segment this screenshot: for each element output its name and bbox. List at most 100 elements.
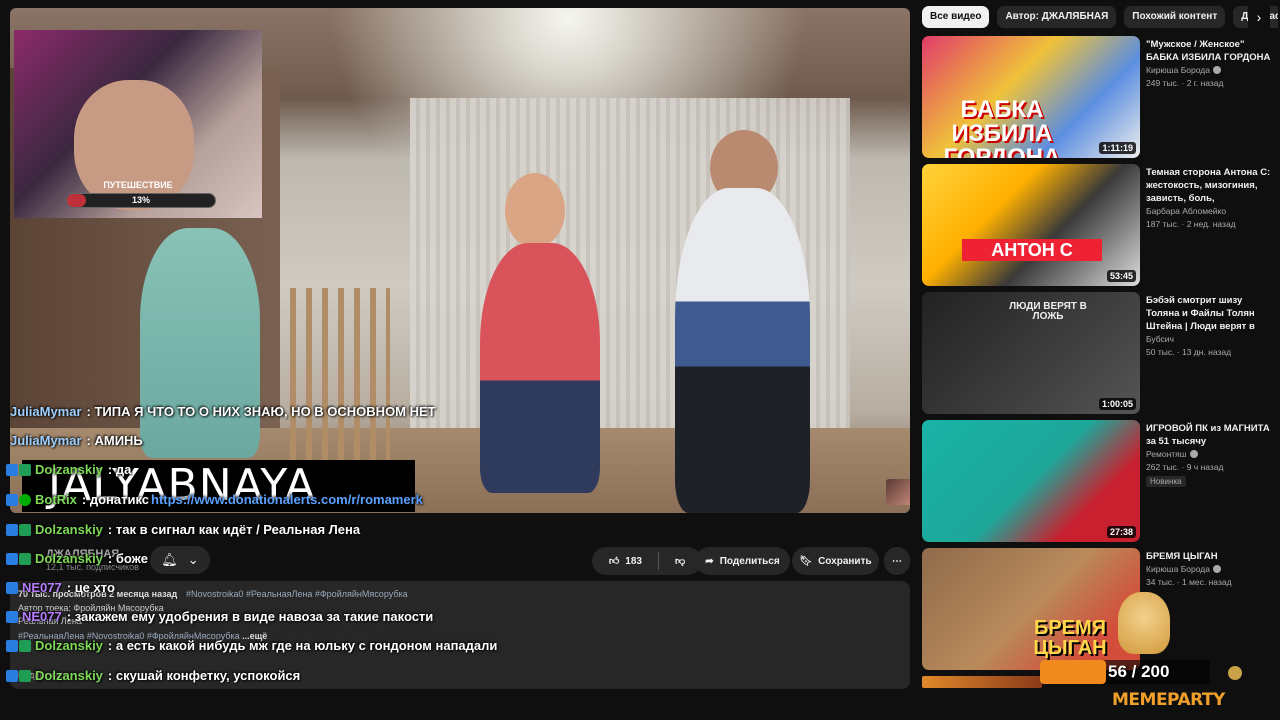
video-channel[interactable]: Кирюша Борода	[1146, 564, 1221, 574]
related-video-card[interactable]: АНТОН С 53:45 Темная сторона Антона С: ж…	[922, 164, 1272, 288]
chat-badges	[6, 552, 31, 565]
video-channel-name[interactable]: Кирюша Борода	[1146, 65, 1210, 75]
chat-badge-icon	[6, 523, 18, 536]
chat-message: Dolzanskiy: да	[6, 462, 131, 477]
thumbnail-text: БАБКА ИЗБИЛА ГОРДОНА	[943, 96, 1061, 159]
divider	[657, 552, 659, 570]
chip-related[interactable]: Похожий контент	[1124, 6, 1226, 28]
subscriber-badge-icon	[19, 639, 31, 652]
chat-badges	[6, 493, 31, 506]
video-meta: 262 тыс. · 9 ч назад	[1146, 462, 1224, 472]
chat-badge-icon	[6, 669, 18, 682]
video-title[interactable]: Темная сторона Антона С: жестокость, миз…	[1146, 166, 1272, 206]
video-channel[interactable]: Ремонтяш	[1146, 449, 1198, 459]
subscription-bell-button[interactable]: 🔔︎ ⌄	[150, 546, 210, 574]
related-video-card[interactable]: 27:38 ИГРОВОЙ ПК из МАГНИТА за 51 тысячу…	[922, 420, 1272, 544]
chat-text: : закажем ему удобрения в виде навоза за…	[66, 609, 434, 624]
video-thumbnail[interactable]: АНТОН С 53:45	[922, 164, 1140, 286]
share-button[interactable]: ➦ Поделиться	[695, 547, 790, 575]
video-title[interactable]: ИГРОВОЙ ПК из МАГНИТА за 51 тысячу	[1146, 422, 1272, 448]
share-icon: ➦	[705, 555, 714, 567]
video-duration: 53:45	[1106, 270, 1136, 282]
related-video-card[interactable]: БРЕМЯ ЦЫГАН БРЕМЯ ЦЫГАН Кирюша Борода 34…	[922, 548, 1272, 672]
thumbnail-text: БРЕМЯ ЦЫГАН	[1033, 617, 1107, 659]
chat-text: : ТИПА Я ЧТО ТО О НИХ ЗНАЮ, НО В ОСНОВНО…	[86, 404, 436, 419]
like-dislike-group[interactable]: 👍︎ 183 👎︎	[592, 547, 702, 575]
video-title[interactable]: БРЕМЯ ЦЫГАН	[1146, 550, 1272, 563]
chat-badges	[6, 639, 31, 652]
chat-username: Dolzanskiy	[35, 638, 103, 653]
chat-badge-icon	[6, 552, 18, 565]
more-icon: ⋯	[892, 555, 902, 567]
chat-username: NE077	[22, 609, 62, 624]
chat-badges	[6, 610, 18, 623]
thumbnail-text: АНТОН С	[962, 239, 1102, 261]
video-channel[interactable]: Барбара Абломейко	[1146, 206, 1226, 216]
hashtags[interactable]: #Novostroika0 #РеальнаяЛена #ФройляйнМяс…	[186, 589, 408, 599]
subscriber-badge-icon	[19, 463, 31, 476]
related-video-card[interactable]: ЛЮДИ ВЕРЯТ В ЛОЖЬ 1:00:05 Бэбэй смотрит …	[922, 292, 1272, 416]
video-duration: 27:38	[1106, 526, 1136, 538]
verified-icon	[1212, 565, 1221, 573]
video-thumbnail[interactable]: 27:38	[922, 420, 1140, 542]
video-channel[interactable]: Бубсич	[1146, 334, 1174, 344]
video-channel[interactable]: Кирюша Борода	[1146, 65, 1221, 75]
video-channel-name[interactable]: Кирюша Борода	[1146, 564, 1210, 574]
video-info: ДЖАЛЯБНАЯ 12,1 тыс. подписчиков 🔔︎ ⌄ 👍︎ …	[10, 513, 910, 689]
chat-message: NE077 : закажем ему удобрения в виде наво…	[6, 609, 433, 624]
filter-chips: Все видео Автор: ДЖАЛЯБНАЯ Похожий конте…	[922, 6, 1278, 28]
dislike-icon[interactable]: 👎︎	[675, 555, 685, 567]
related-video-card[interactable]: БАБКА ИЗБИЛА ГОРДОНА 1:11:19 "Мужское / …	[922, 36, 1272, 160]
chat-text: : це хто	[66, 580, 115, 595]
video-thumbnail[interactable]: БАБКА ИЗБИЛА ГОРДОНА 1:11:19	[922, 36, 1140, 158]
verified-icon	[1189, 450, 1198, 458]
streamer-face	[74, 80, 194, 210]
meme-counter: 56 / 200	[1040, 660, 1242, 684]
chevron-right-icon[interactable]: ›	[1248, 6, 1270, 28]
video-thumbnail[interactable]: БРЕМЯ ЦЫГАН	[922, 548, 1140, 670]
streamer-webcam: ПУТЕШЕСТВИЕ 13%	[14, 30, 262, 218]
chat-message: JuliaMymar : ТИПА Я ЧТО ТО О НИХ ЗНАЮ, НО…	[6, 404, 436, 419]
brand-logo: MEMEPARTY	[1112, 690, 1225, 710]
cam-goal-progress-text: 13%	[131, 195, 150, 205]
video-scene-railing	[290, 288, 390, 468]
chat-username: JuliaMymar	[10, 433, 82, 448]
cam-goal-label: ПУТЕШЕСТВИЕ	[103, 180, 173, 190]
chat-badges	[6, 523, 31, 536]
chat-message: BotRix : донатикс https://www.donationale…	[6, 492, 423, 507]
chip-author[interactable]: Автор: ДЖАЛЯБНАЯ	[997, 6, 1117, 28]
chat-badges	[6, 463, 31, 476]
chat-message: JuliaMymar: АМИНЬ	[6, 433, 143, 448]
verified-icon	[1212, 66, 1221, 74]
video-title[interactable]: Бэбэй смотрит шизу Толяна и Файлы Толян …	[1146, 294, 1272, 334]
chat-username: BotRix	[35, 492, 77, 507]
meme-counter-text: 56 / 200	[1108, 662, 1170, 681]
video-channel-name[interactable]: Барбара Абломейко	[1146, 206, 1226, 216]
video-thumbnail[interactable]: ЛЮДИ ВЕРЯТ В ЛОЖЬ 1:00:05	[922, 292, 1140, 414]
next-video-thumbnail-edge	[922, 676, 1042, 688]
save-label: Сохранить	[818, 555, 872, 567]
doge-mascot-icon	[1118, 592, 1170, 654]
chat-message: Dolzanskiy: скушай конфетку, успокойся	[6, 668, 300, 683]
chat-link[interactable]: https://www.donationalerts.com/r/romamer…	[151, 492, 423, 507]
video-channel-name[interactable]: Бубсич	[1146, 334, 1174, 344]
chat-badges	[6, 669, 31, 682]
chat-text: : боже	[107, 551, 148, 566]
chat-username: JuliaMymar	[10, 404, 82, 419]
chat-badge-icon	[6, 463, 18, 476]
video-meta: 34 тыс. · 1 мес. назад	[1146, 577, 1232, 587]
video-title[interactable]: "Мужское / Женское" БАБКА ИЗБИЛА ГОРДОНА	[1146, 38, 1272, 64]
bell-icon: 🔔︎	[161, 552, 178, 567]
video-person-head	[505, 173, 565, 248]
video-channel-name[interactable]: Ремонтяш	[1146, 449, 1187, 459]
chat-text: : донатикс	[81, 492, 150, 507]
like-icon[interactable]: 👍︎	[609, 555, 619, 567]
chat-message: NE077: це хто	[6, 580, 115, 595]
chat-message: Dolzanskiy: боже	[6, 551, 148, 566]
more-options-button[interactable]: ⋯	[884, 547, 910, 575]
video-meta: 50 тыс. · 13 дн. назад	[1146, 347, 1232, 357]
chat-badge-icon	[6, 610, 18, 623]
chat-badge-icon	[6, 493, 18, 506]
chip-all-videos[interactable]: Все видео	[922, 6, 990, 28]
save-button[interactable]: 🔖︎ Сохранить	[792, 547, 879, 575]
